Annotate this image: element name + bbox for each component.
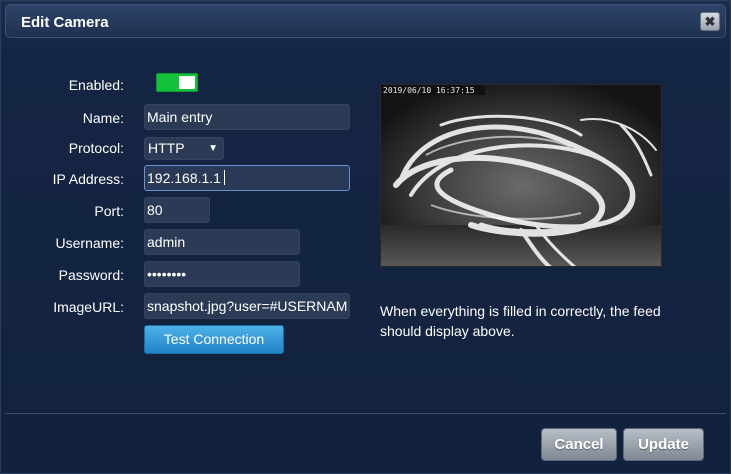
text-caret (223, 170, 225, 185)
protocol-select-value: HTTP (148, 140, 185, 156)
username-input[interactable]: admin (144, 229, 300, 255)
protocol-label: Protocol: (68, 140, 124, 156)
imageurl-label: ImageURL: (53, 299, 124, 315)
ip-address-value: 192.168.1.1 (147, 170, 221, 186)
port-input[interactable]: 80 (144, 197, 210, 223)
imageurl-input[interactable]: snapshot.jpg?user=#USERNAM (144, 293, 350, 319)
chevron-down-icon: ▼ (208, 143, 218, 154)
cancel-button[interactable]: Cancel (541, 428, 617, 461)
camera-preview-image: 2019/06/10 16:37:15 (380, 84, 662, 267)
footer-divider (5, 413, 726, 414)
name-input[interactable]: Main entry (144, 104, 350, 130)
toggle-knob (179, 76, 195, 89)
preview-timestamp: 2019/06/10 16:37:15 (383, 86, 475, 95)
protocol-select[interactable]: HTTP ▼ (144, 137, 224, 160)
password-label: Password: (58, 267, 124, 283)
camera-feed-graphic (381, 85, 661, 266)
enabled-toggle[interactable] (156, 73, 198, 92)
ip-address-input[interactable]: 192.168.1.1 (144, 165, 350, 191)
enabled-label: Enabled: (68, 77, 124, 93)
dialog-titlebar: Edit Camera ✖ (5, 4, 726, 38)
dialog-title: Edit Camera (21, 14, 109, 31)
edit-camera-dialog: Edit Camera ✖ Enabled: Name: Main entry … (0, 0, 731, 474)
name-label: Name: (82, 110, 124, 126)
password-input[interactable]: •••••••• (144, 261, 300, 287)
test-connection-button[interactable]: Test Connection (144, 325, 284, 354)
username-label: Username: (55, 235, 124, 251)
preview-help-text: When everything is filled in correctly, … (380, 303, 661, 339)
update-button[interactable]: Update (623, 428, 704, 461)
ip-address-label: IP Address: (52, 171, 124, 187)
port-label: Port: (94, 203, 124, 219)
close-icon[interactable]: ✖ (700, 12, 720, 31)
